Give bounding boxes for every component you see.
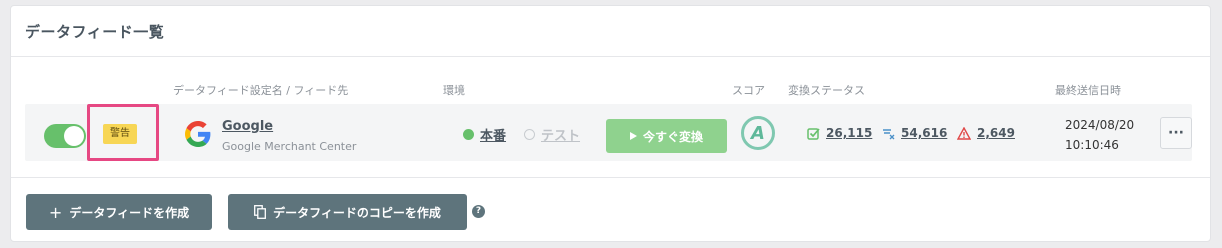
convert-now-button[interactable]: 今すぐ変換 bbox=[606, 119, 727, 153]
stat-error[interactable]: 2,649 bbox=[957, 126, 1015, 140]
env-test-option[interactable]: テスト bbox=[524, 125, 580, 144]
last-sent-date: 2024/08/20 bbox=[1065, 118, 1135, 132]
column-header-env: 環境 bbox=[443, 84, 465, 97]
copy-icon bbox=[254, 205, 267, 219]
score-badge[interactable]: A bbox=[741, 116, 775, 150]
env-production-option[interactable]: 本番 bbox=[463, 125, 506, 144]
env-production-label: 本番 bbox=[480, 129, 507, 144]
feed-name-link[interactable]: Google bbox=[222, 119, 273, 134]
column-header-feed: データフィード設定名 / フィード先 bbox=[173, 84, 349, 97]
create-datafeed-button[interactable]: + データフィードを作成 bbox=[26, 194, 212, 230]
stat-success[interactable]: 26,115 bbox=[807, 126, 872, 140]
toggle-knob bbox=[64, 126, 84, 146]
warning-badge: 警告 bbox=[103, 124, 137, 144]
copy-datafeed-button[interactable]: データフィードのコピーを作成 bbox=[228, 194, 467, 230]
divider bbox=[11, 177, 1210, 178]
create-datafeed-label: データフィードを作成 bbox=[69, 205, 190, 220]
card-header: データフィード一覧 bbox=[11, 6, 1210, 57]
plus-icon: + bbox=[48, 202, 63, 222]
google-logo-icon bbox=[185, 121, 211, 147]
filter-x-icon bbox=[883, 128, 895, 139]
more-options-button[interactable]: ··· bbox=[1160, 117, 1192, 149]
convert-now-label: 今すぐ変換 bbox=[642, 129, 703, 144]
check-square-icon bbox=[807, 127, 820, 140]
datafeed-list-card: データフィード一覧 データフィード設定名 / フィード先 環境 スコア 変換ステ… bbox=[10, 5, 1211, 242]
env-test-label: テスト bbox=[541, 129, 581, 144]
feed-destination: Google Merchant Center bbox=[222, 140, 357, 153]
last-sent-datetime: 2024/08/20 10:10:46 bbox=[1065, 115, 1134, 155]
radio-selected-icon bbox=[463, 129, 474, 140]
play-icon bbox=[629, 132, 637, 140]
stat-error-value: 2,649 bbox=[977, 126, 1015, 140]
last-sent-time: 10:10:46 bbox=[1065, 138, 1119, 152]
page-title: データフィード一覧 bbox=[25, 22, 165, 41]
help-icon[interactable]: ? bbox=[472, 205, 485, 218]
column-header-status: 変換ステータス bbox=[788, 84, 865, 97]
table-row: 警告 Google Google Merchant Center 本番 テスト … bbox=[25, 104, 1192, 161]
column-header-score: スコア bbox=[732, 84, 765, 97]
stat-excluded-value: 54,616 bbox=[901, 126, 948, 140]
more-icon: ··· bbox=[1168, 125, 1184, 141]
column-header-last-sent: 最終送信日時 bbox=[1055, 84, 1121, 97]
stat-excluded[interactable]: 54,616 bbox=[882, 126, 947, 140]
radio-unselected-icon bbox=[524, 129, 535, 140]
stat-success-value: 26,115 bbox=[826, 126, 873, 140]
feed-enabled-toggle[interactable] bbox=[44, 124, 86, 148]
copy-datafeed-label: データフィードのコピーを作成 bbox=[273, 205, 441, 220]
warning-triangle-icon bbox=[957, 126, 971, 140]
